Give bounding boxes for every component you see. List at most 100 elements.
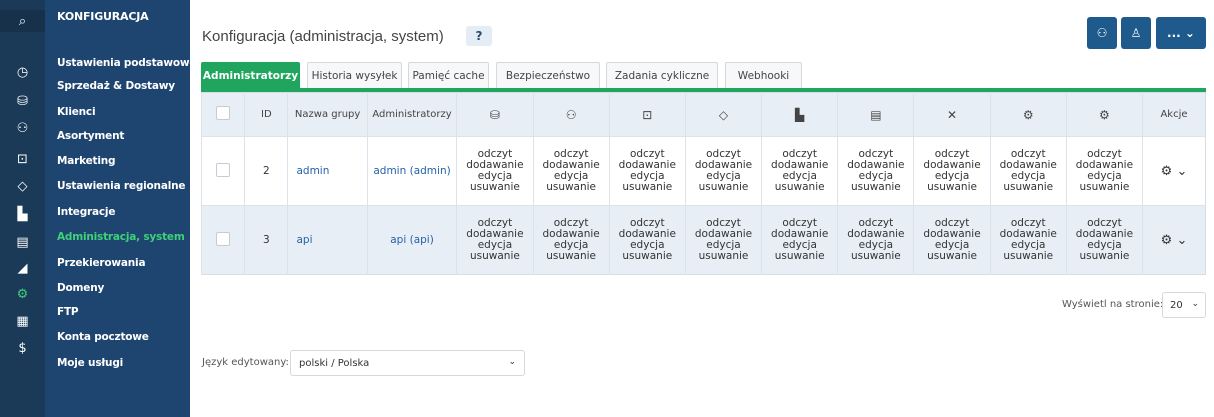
row-actions: ⚙ ⌄ xyxy=(1142,205,1206,275)
row-select-cell xyxy=(200,205,245,275)
apps-grid-icon[interactable]: ▦ xyxy=(0,310,45,332)
document-icon: ▤ xyxy=(870,107,882,122)
col-header-perm: ⊡ xyxy=(608,92,686,137)
user-icon: ♙ xyxy=(1130,26,1142,40)
sidebar-item-ustawienia-podstawowe[interactable]: Ustawienia podstawowe xyxy=(57,57,196,69)
perm-cell: odczyt dodawanie edycja usuwanie xyxy=(608,136,686,206)
tab-historia-wysylek[interactable]: Historia wysyłek xyxy=(307,62,402,89)
table-row: 3 api api (api) odczyt dodawanie edycja usu… xyxy=(200,205,1206,275)
row-actions-gear-dropdown[interactable]: ⚙ ⌄ xyxy=(1161,164,1188,179)
tag-icon[interactable]: ◇ xyxy=(0,175,45,197)
col-header-perm: ✕ xyxy=(913,92,991,137)
sidebar-item-asortyment[interactable]: Asortyment xyxy=(57,130,124,142)
graph-icon[interactable]: ◢ xyxy=(0,257,45,279)
tab-zadania-cykliczne[interactable]: Zadania cykliczne xyxy=(606,62,718,89)
col-header-group: Nazwa grupy xyxy=(287,92,368,137)
gear-icon: ⚙ xyxy=(1099,107,1110,122)
tab-bezpieczenstwo[interactable]: Bezpieczeństwo xyxy=(496,62,600,89)
users-icon[interactable]: ⚇ xyxy=(0,117,45,139)
perm-cell: odczyt dodawanie edycja usuwanie xyxy=(456,205,534,275)
chevron-down-icon: ⌄ xyxy=(508,357,516,367)
sidebar-item-marketing[interactable]: Marketing xyxy=(57,155,116,167)
language-label: Język edytowany: xyxy=(202,357,289,368)
tag-icon: ◇ xyxy=(718,107,729,122)
admin-groups-table: ID Nazwa grupy Administratorzy ⛁ ⚇ ⊡ ◇ ▙… xyxy=(200,92,1206,275)
perm-cell: odczyt dodawanie edycja usuwanie xyxy=(456,136,534,206)
bar-chart-icon: ▙ xyxy=(795,107,805,122)
perm-cell: odczyt dodawanie edycja usuwanie xyxy=(532,205,610,275)
row-admins-link[interactable]: api (api) xyxy=(366,205,457,275)
perm-cell: odczyt dodawanie edycja usuwanie xyxy=(913,205,991,275)
col-header-perm: ⚇ xyxy=(532,92,610,137)
language-select[interactable]: polski / Polska ⌄ xyxy=(290,350,525,376)
more-menu-button[interactable]: ... ⌄ xyxy=(1156,17,1206,49)
row-select-cell xyxy=(200,136,245,206)
row-checkbox[interactable] xyxy=(216,231,231,246)
dollar-icon[interactable]: $ xyxy=(0,337,45,359)
row-group-link[interactable]: api xyxy=(287,205,368,275)
perm-cell: odczyt dodawanie edycja usuwanie xyxy=(684,136,762,206)
per-page-label: Wyświetl na stronie: xyxy=(1062,299,1164,310)
row-actions: ⚙ ⌄ xyxy=(1142,136,1206,206)
col-header-perm: ▙ xyxy=(761,92,838,137)
row-id: 3 xyxy=(244,205,288,275)
search-icon[interactable]: ⌕ xyxy=(0,10,45,32)
per-page-select[interactable]: 20 ⌄ xyxy=(1162,292,1206,318)
basket-icon[interactable]: ⛁ xyxy=(0,90,45,112)
row-admins-link[interactable]: admin (admin) xyxy=(366,136,457,206)
perm-cell: odczyt dodawanie edycja usuwanie xyxy=(761,205,838,275)
chevron-down-icon: ⌄ xyxy=(1191,299,1199,309)
row-actions-gear-dropdown[interactable]: ⚙ ⌄ xyxy=(1161,233,1188,248)
bar-chart-icon[interactable]: ▙ xyxy=(0,203,45,225)
row-id: 2 xyxy=(244,136,288,206)
tab-webhooki[interactable]: Webhooki xyxy=(725,62,802,89)
per-page-value: 20 xyxy=(1170,299,1183,311)
users-icon: ⚇ xyxy=(565,107,577,122)
icon-sidebar: ⌕ ◷ ⛁ ⚇ ⊡ ◇ ▙ ▤ ◢ ⚙ ▦ $ xyxy=(0,0,45,417)
sidebar-item-ftp[interactable]: FTP xyxy=(57,306,79,318)
sidebar-item-przekierowania[interactable]: Przekierowania xyxy=(57,257,146,269)
gear-icon: ⚙ xyxy=(1022,107,1034,122)
basket-icon: ⛁ xyxy=(489,107,500,122)
col-header-id: ID xyxy=(244,92,288,137)
sidebar-item-integracje[interactable]: Integracje xyxy=(57,206,115,218)
row-checkbox[interactable] xyxy=(216,162,231,177)
col-header-perm: ▤ xyxy=(837,92,914,137)
sidebar-item-sprzedaz-dostawy[interactable]: Sprzedaż & Dostawy xyxy=(57,80,175,92)
col-header-actions: Akcje xyxy=(1142,92,1206,137)
sidebar-item-moje-uslugi[interactable]: Moje usługi xyxy=(57,357,123,369)
language-value: polski / Polska xyxy=(299,357,370,369)
gear-icon[interactable]: ⚙ xyxy=(0,283,45,305)
sidebar-item-konta-pocztowe[interactable]: Konta pocztowe xyxy=(57,331,149,343)
sidebar-title: KONFIGURACJA xyxy=(57,10,149,23)
perm-cell: odczyt dodawanie edycja usuwanie xyxy=(608,205,686,275)
select-all-checkbox[interactable] xyxy=(216,106,231,120)
perm-cell: odczyt dodawanie edycja usuwanie xyxy=(761,136,838,206)
perm-cell: odczyt dodawanie edycja usuwanie xyxy=(837,205,914,275)
perm-cell: odczyt dodawanie edycja usuwanie xyxy=(989,205,1067,275)
tab-administratorzy[interactable]: Administratorzy xyxy=(201,62,300,89)
sidebar-item-administracja-system[interactable]: Administracja, system xyxy=(57,231,185,243)
perm-cell: odczyt dodawanie edycja usuwanie xyxy=(532,136,610,206)
sidebar-item-klienci[interactable]: Klienci xyxy=(57,106,96,118)
config-sidebar: KONFIGURACJA Ustawienia podstawowe Sprze… xyxy=(45,0,196,417)
clock-icon[interactable]: ◷ xyxy=(0,61,45,83)
sidebar-item-domeny[interactable]: Domeny xyxy=(57,282,104,294)
select-all-cell xyxy=(200,92,245,137)
user-button[interactable]: ♙ xyxy=(1121,17,1151,49)
perm-cell: odczyt dodawanie edycja usuwanie xyxy=(1065,205,1143,275)
document-icon[interactable]: ▤ xyxy=(0,231,45,253)
page-title: Konfiguracja (administracja, system) xyxy=(202,28,444,45)
sidebar-item-ustawienia-regionalne[interactable]: Ustawienia regionalne xyxy=(57,180,186,192)
tab-pamiec-cache[interactable]: Pamięć cache xyxy=(408,62,489,89)
box-icon[interactable]: ⊡ xyxy=(0,148,45,170)
user-group-button[interactable]: ⚇ xyxy=(1087,17,1117,49)
col-header-perm: ⛁ xyxy=(456,92,534,137)
col-header-perm: ⚙ xyxy=(1065,92,1143,137)
box-icon: ⊡ xyxy=(642,107,653,122)
help-button[interactable]: ? xyxy=(466,26,492,46)
tools-icon: ✕ xyxy=(947,107,958,122)
row-group-link[interactable]: admin xyxy=(287,136,368,206)
perm-cell: odczyt dodawanie edycja usuwanie xyxy=(1065,136,1143,206)
table-row: 2 admin admin (admin) odczyt dodawanie edy… xyxy=(200,136,1206,206)
